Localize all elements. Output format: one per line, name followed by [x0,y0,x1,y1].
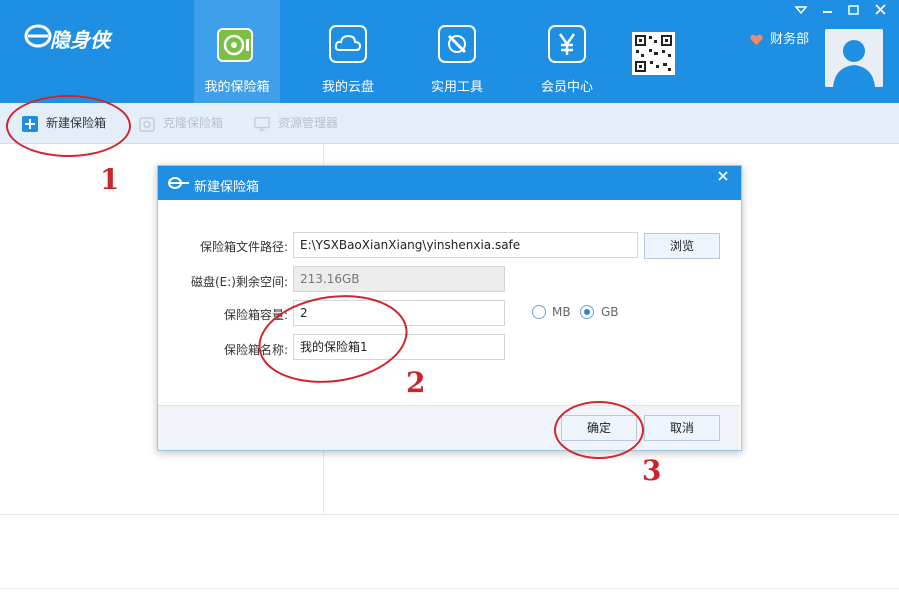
nav-tools[interactable]: 实用工具 [414,0,500,103]
clone-icon [139,116,155,132]
nav-my-safe[interactable]: 我的保险箱 [194,0,280,103]
minimize-icon[interactable] [823,11,832,13]
app-logo-text: 隐身侠 [50,28,110,52]
nav-label: 会员中心 [540,80,593,95]
qr-code-icon[interactable] [632,32,675,75]
menu-dropdown-icon[interactable] [794,6,808,15]
divider [0,514,899,515]
unit-mb-label: MB [552,305,571,319]
unit-gb-radio[interactable] [580,305,594,319]
cloud-icon [329,25,367,63]
annotation-number-1: 1 [100,163,120,196]
annotation-number-2: 2 [406,366,426,399]
unit-mb-radio[interactable] [532,305,546,319]
divider [0,588,899,589]
clone-safe-button[interactable]: 克隆保险箱 [139,112,223,134]
account-group[interactable]: 财务部 [750,28,809,47]
annotation-circle-3 [554,401,644,459]
disk-space-field: 213.16GB [293,266,505,292]
tools-icon [438,25,476,63]
close-icon[interactable] [716,169,730,183]
account-name: 财务部 [770,32,810,47]
path-input[interactable]: E:\YSXBaoXianXiang\yinshenxia.safe [293,232,638,258]
path-label: 保险箱文件路径: [199,240,288,254]
clone-safe-label: 克隆保险箱 [163,116,224,130]
nav-member-center[interactable]: 会员中心 [524,0,610,103]
annotation-number-3: 3 [642,454,662,487]
unit-gb-label: GB [601,305,619,319]
safe-icon [217,28,253,62]
browse-button[interactable]: 浏览 [644,233,720,259]
app-logo-icon [168,177,189,189]
cancel-button[interactable]: 取消 [644,415,720,441]
window-controls [794,4,886,15]
close-icon[interactable] [875,4,886,15]
monitor-icon [254,116,270,131]
resource-manager-button[interactable]: 资源管理器 [254,112,338,134]
annotation-circle-1 [6,95,131,157]
maximize-icon[interactable] [848,5,859,15]
nav-cloud-disk[interactable]: 我的云盘 [305,0,391,103]
avatar[interactable] [825,29,883,87]
nav-label: 我的云盘 [321,80,374,95]
toolbar [0,103,899,144]
dialog-title: 新建保险箱 [194,180,260,195]
nav-label: 我的保险箱 [204,80,270,95]
resource-manager-label: 资源管理器 [278,116,339,130]
heart-icon [750,34,763,45]
yen-icon [548,25,586,63]
disk-space-label: 磁盘(E:)剩余空间: [190,275,288,289]
nav-label: 实用工具 [430,80,483,95]
